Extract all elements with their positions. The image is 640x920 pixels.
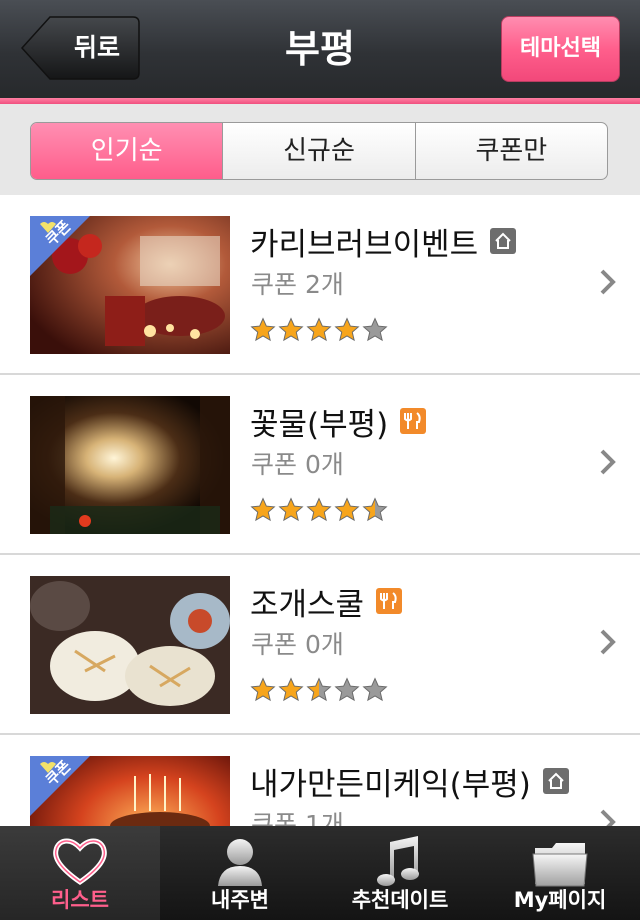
chevron-right-icon <box>600 269 616 295</box>
page-title: 부평 <box>285 27 355 71</box>
navigation-bar: 뒤로 부평 테마선택 <box>0 0 640 98</box>
star-icon <box>362 497 388 522</box>
tab-list-label: 리스트 <box>51 888 109 912</box>
place-thumbnail: 쿠폰 <box>30 216 230 354</box>
coupon-count: 쿠폰 0개 <box>251 450 344 479</box>
place-thumbnail <box>30 576 230 714</box>
person-icon <box>218 839 262 886</box>
sort-bar: 인기순 신규순 쿠폰만 <box>0 104 640 202</box>
place-name-wrap: 조개스쿨 <box>250 579 403 623</box>
restaurant-icon <box>400 408 427 434</box>
chevron-right-icon <box>600 449 616 475</box>
star-icon <box>334 317 360 342</box>
coupon-count: 쿠폰 2개 <box>251 270 344 299</box>
home-icon <box>490 228 517 254</box>
star-icon <box>278 497 304 522</box>
star-icon <box>306 497 332 522</box>
tab-list[interactable]: 리스트 <box>0 826 160 920</box>
list-item[interactable]: 조개스쿨 쿠폰 0개 <box>0 555 640 735</box>
place-name: 꽃물(부평) <box>250 406 389 443</box>
app-screen: 뒤로 부평 테마선택 인기순 신규순 쿠폰만 쿠폰 카리브러브이벤트 쿠폰 2개… <box>0 0 640 920</box>
star-icon <box>334 677 360 702</box>
star-icon <box>250 677 276 702</box>
coupon-tag-badge: 쿠폰 <box>30 756 90 816</box>
place-name-wrap: 내가만든미케익(부평) <box>250 759 569 803</box>
star-icon <box>250 497 276 522</box>
tab-my-page-label: My페이지 <box>513 888 607 912</box>
star-rating <box>250 677 388 703</box>
place-list[interactable]: 쿠폰 카리브러브이벤트 쿠폰 2개 꽃물(부평) 쿠폰 0개 조개스쿨 쿠폰 0… <box>0 195 640 826</box>
star-icon <box>250 317 276 342</box>
place-name: 카리브러브이벤트 <box>250 226 479 263</box>
tab-recommended-date-label: 추천데이트 <box>351 888 449 912</box>
tab-nearby[interactable]: 내주변 <box>160 826 320 920</box>
back-button[interactable]: 뒤로 <box>20 16 140 80</box>
place-name-wrap: 카리브러브이벤트 <box>250 219 517 263</box>
place-name-wrap: 꽃물(부평) <box>250 399 427 443</box>
coupon-tag-badge: 쿠폰 <box>30 216 90 276</box>
star-icon <box>278 677 304 702</box>
coupon-count: 쿠폰 1개 <box>251 810 344 826</box>
sort-popular-tab[interactable]: 인기순 <box>31 123 224 179</box>
list-item[interactable]: 쿠폰 카리브러브이벤트 쿠폰 2개 <box>0 195 640 375</box>
star-icon <box>362 317 388 342</box>
star-rating <box>250 317 388 343</box>
sort-new-tab[interactable]: 신규순 <box>223 123 416 179</box>
star-icon <box>278 317 304 342</box>
list-item[interactable]: 꽃물(부평) 쿠폰 0개 <box>0 375 640 555</box>
back-button-label: 뒤로 <box>73 33 120 62</box>
place-thumbnail <box>30 396 230 534</box>
chevron-right-icon <box>600 629 616 655</box>
place-name: 내가만든미케익(부평) <box>250 766 531 803</box>
music-note-icon <box>377 836 419 886</box>
coupon-count: 쿠폰 0개 <box>251 630 344 659</box>
star-icon <box>306 677 332 702</box>
place-name: 조개스쿨 <box>250 586 365 623</box>
tab-my-page[interactable]: My페이지 <box>480 826 640 920</box>
tab-bar: 리스트 내주변 추천데이트 My페이지 <box>0 826 640 920</box>
star-icon <box>334 497 360 522</box>
folder-icon <box>532 843 588 887</box>
chevron-right-icon <box>600 809 616 826</box>
restaurant-icon <box>376 588 403 614</box>
list-item[interactable]: 쿠폰 내가만든미케익(부평) 쿠폰 1개 <box>0 735 640 826</box>
place-thumbnail: 쿠폰 <box>30 756 230 826</box>
sort-coupon-only-tab[interactable]: 쿠폰만 <box>416 123 607 179</box>
star-icon <box>362 677 388 702</box>
theme-select-button[interactable]: 테마선택 <box>501 16 620 82</box>
star-icon <box>306 317 332 342</box>
tab-recommended-date[interactable]: 추천데이트 <box>320 826 480 920</box>
heart-icon <box>53 838 107 886</box>
tab-nearby-label: 내주변 <box>211 888 269 912</box>
home-icon <box>542 768 569 794</box>
star-rating <box>250 497 388 523</box>
sort-segmented-control: 인기순 신규순 쿠폰만 <box>30 122 608 180</box>
